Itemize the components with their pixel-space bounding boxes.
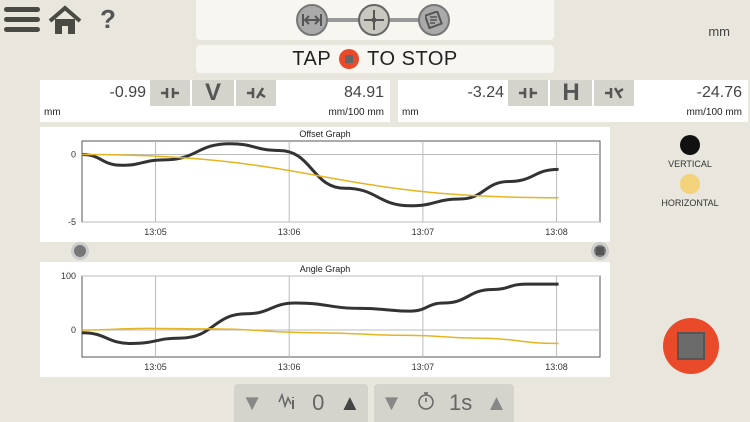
y-tick-label: -5 xyxy=(68,217,76,227)
horizontal-legend-label: HORIZONTAL xyxy=(661,198,719,208)
measure-mode-icon[interactable] xyxy=(358,4,390,36)
horizontal-angle-value: -24.76 xyxy=(696,84,742,101)
stop-banner[interactable]: TAP TO STOP xyxy=(196,45,554,73)
vertical-offset-unit: mm xyxy=(44,107,61,118)
legend-vertical: VERTICAL xyxy=(630,135,750,169)
filter-control: ▼ 0 ▲ xyxy=(234,384,368,422)
interval-value: 1s xyxy=(449,390,473,415)
vertical-angle-icon[interactable] xyxy=(236,80,276,106)
plot-frame xyxy=(81,275,601,358)
vertical-button[interactable]: V xyxy=(192,79,234,106)
vertical-angle-unit: mm/100 mm xyxy=(328,107,384,118)
interval-control: ▼ 1s ▲ xyxy=(374,384,514,422)
vertical-offset-value: -0.99 xyxy=(109,84,146,101)
x-tick-label: 13:08 xyxy=(545,227,568,237)
top-bar: ? mm xyxy=(0,0,750,42)
x-tick-label: 13:05 xyxy=(144,362,167,372)
mode-selector xyxy=(196,0,554,40)
interval-decrease-button[interactable]: ▼ xyxy=(381,390,403,416)
x-tick-label: 13:05 xyxy=(144,227,167,237)
offset-graph: Offset Graph 13:05 13:06 13:07 13:08 0 -5 xyxy=(40,127,610,242)
horizontal-letter: H xyxy=(562,79,580,106)
x-tick-label: 13:06 xyxy=(278,362,301,372)
stop-record-button[interactable] xyxy=(663,318,719,374)
y-tick-label: 0 xyxy=(71,150,76,160)
range-end-handle[interactable] xyxy=(591,242,609,260)
banner-prefix: TAP xyxy=(292,47,332,70)
vertical-legend-label: VERTICAL xyxy=(668,159,712,169)
filter-icon xyxy=(277,392,298,415)
series-line-vertical xyxy=(81,282,559,346)
horizontal-button[interactable]: H xyxy=(550,79,592,106)
interval-increase-button[interactable]: ▲ xyxy=(486,390,508,416)
x-tick-label: 13:08 xyxy=(545,362,568,372)
filter-decrease-button[interactable]: ▼ xyxy=(241,390,263,416)
distance-mode-icon[interactable] xyxy=(296,4,328,36)
horizontal-angle-icon[interactable] xyxy=(594,80,634,106)
horizontal-reading-panel: -3.24 H -24.76 mm mm/100 mm xyxy=(398,79,748,122)
filter-increase-button[interactable]: ▲ xyxy=(339,390,361,416)
angle-graph: Angle Graph 13:05 13:06 13:07 13:08 100 0 xyxy=(40,262,610,377)
banner-suffix: TO STOP xyxy=(367,47,458,70)
vertical-offset-icon[interactable] xyxy=(150,80,190,106)
vertical-legend-dot xyxy=(680,135,700,155)
y-tick-label: 100 xyxy=(61,271,76,281)
angle-graph-plot: 13:05 13:06 13:07 13:08 100 0 xyxy=(61,271,601,372)
stop-dot-icon xyxy=(339,49,360,69)
x-tick-label: 13:06 xyxy=(278,227,301,237)
horizontal-legend-dot xyxy=(680,174,700,194)
horizontal-offset-unit: mm xyxy=(402,107,419,118)
x-tick-label: 13:07 xyxy=(412,227,435,237)
range-start-handle[interactable] xyxy=(71,242,89,260)
horizontal-offset-icon[interactable] xyxy=(508,80,548,106)
y-tick-label: 0 xyxy=(71,325,76,335)
legend-horizontal: HORIZONTAL xyxy=(630,174,750,208)
vertical-reading-panel: -0.99 V 84.91 mm mm/100 mm xyxy=(40,79,390,122)
vertical-angle-value: 84.91 xyxy=(343,84,384,101)
unit-label: mm xyxy=(708,24,730,39)
menu-icon[interactable] xyxy=(4,4,40,38)
offset-graph-plot: 13:05 13:06 13:07 13:08 0 -5 xyxy=(68,140,601,237)
stop-icon xyxy=(677,332,705,360)
stopwatch-icon xyxy=(416,391,436,416)
filter-value: 0 xyxy=(312,390,325,415)
x-tick-label: 13:07 xyxy=(412,362,435,372)
horizontal-angle-unit: mm/100 mm xyxy=(686,107,742,118)
horizontal-offset-value: -3.24 xyxy=(467,84,504,101)
help-button[interactable]: ? xyxy=(100,4,116,35)
vertical-letter: V xyxy=(204,79,221,106)
home-icon[interactable] xyxy=(46,4,84,38)
save-mode-icon[interactable] xyxy=(418,4,450,36)
